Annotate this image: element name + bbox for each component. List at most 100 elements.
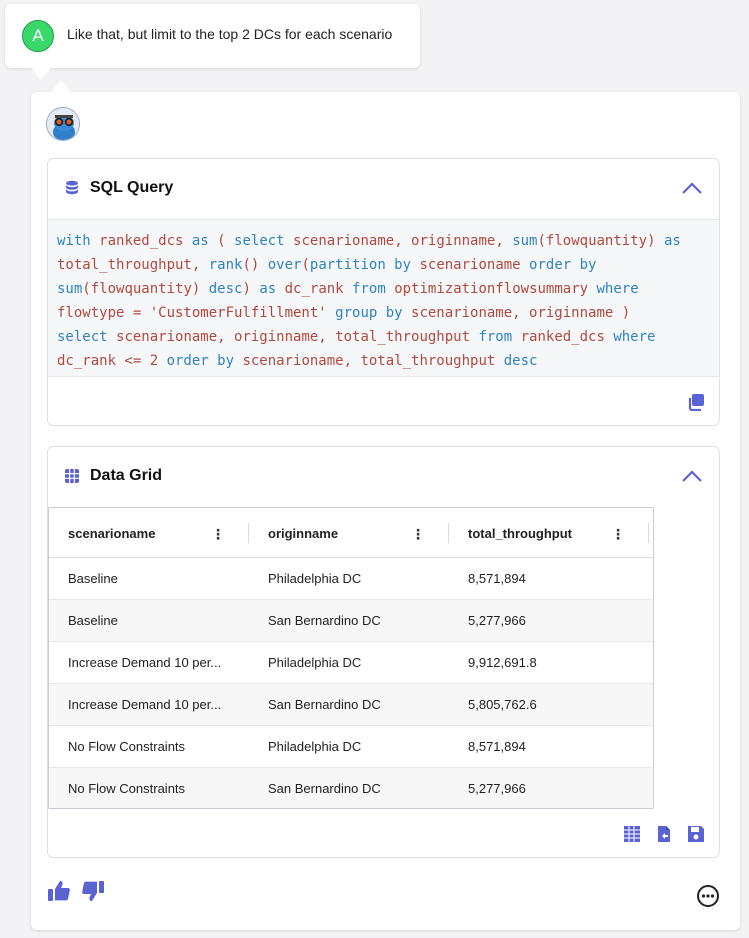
sql-token: select [234,233,294,249]
table-cell-total-throughput[interactable]: 5,277,966 [449,600,649,641]
sql-token: from [352,281,395,297]
table-cell-total-throughput[interactable]: 9,912,691.8 [449,642,649,683]
database-icon [66,180,78,195]
table-cell-scenarioname[interactable]: Increase Demand 10 per... [49,642,249,683]
table-cell-originname[interactable]: San Bernardino DC [249,768,449,808]
thumbs-up-icon[interactable] [47,880,71,902]
column-menu-icon[interactable]: ⋮ [211,526,225,543]
sql-token: ranked_dcs [520,329,614,345]
table-cell-total-throughput[interactable]: 8,571,894 [449,726,649,767]
sql-token: as [191,233,218,249]
sql-token: with [57,233,100,249]
column-header-originname[interactable]: originname ⋮ [249,508,449,558]
table-cell-total-throughput[interactable]: 5,277,966 [449,768,649,808]
more-options-icon[interactable] [696,884,720,908]
table-cell-total-throughput[interactable]: 8,571,894 [449,558,649,599]
table-cell-originname[interactable]: Philadelphia DC [249,642,449,683]
robot-avatar-icon [47,108,79,140]
thumbs-down-icon[interactable] [81,880,105,902]
table-row[interactable]: Increase Demand 10 per... San Bernardino … [49,684,653,726]
sql-token: scenarioname, total_throughput [242,353,504,369]
table-row[interactable]: No Flow Constraints Philadelphia DC 8,571,… [49,726,653,768]
assistant-reply-card: SQL Query with ranked_dcs as ( select sc… [31,80,740,930]
sql-token: flowtype = [57,305,150,321]
data-grid-header[interactable]: Data Grid [64,467,162,485]
column-header-total-throughput[interactable]: total_throughput ⋮ [449,508,649,558]
sql-code-block: with ranked_dcs as ( select scenarioname… [48,219,719,377]
sql-token: ) [242,281,260,297]
sql-token: 'CustomerFulfillment' [149,305,336,321]
sql-token: optimizationflowsummary [394,281,597,297]
grid-actions [623,825,705,843]
sql-token: over [267,257,302,273]
sql-token: where [596,281,639,297]
sql-token: sum [512,233,538,249]
sql-token: ( [301,257,310,273]
column-menu-icon[interactable]: ⋮ [411,526,425,543]
column-header-label: originname [268,525,339,541]
bot-avatar [46,107,80,141]
table-cell-scenarioname[interactable]: No Flow Constraints [49,726,249,767]
sql-token: order by [529,257,597,273]
sql-query-header[interactable]: SQL Query [64,179,173,197]
grid-header-row: scenarioname ⋮ originname ⋮ total_throug… [49,508,653,558]
export-file-icon[interactable] [655,825,673,843]
table-cell-originname[interactable]: Philadelphia DC [249,726,449,767]
sql-code-line: total_throughput, rank() over(partition … [57,253,710,277]
sql-token: group by [335,305,412,321]
table-view-icon[interactable] [623,825,641,843]
user-message-text: Like that, but limit to the top 2 DCs fo… [67,26,393,42]
user-message-bubble: A Like that, but limit to the top 2 DCs … [5,4,420,80]
copy-icon[interactable] [687,393,705,411]
sql-token: dc_rank [284,281,353,297]
data-grid-title: Data Grid [90,467,163,484]
table-cell-originname[interactable]: San Bernardino DC [249,684,449,725]
sql-token: (flowquantity) [537,233,664,249]
table-row[interactable]: No Flow Constraints San Bernardino DC 5,27… [49,768,653,808]
sql-token: ( [217,233,235,249]
grid-body: Baseline Philadelphia DC 8,571,894 Baseline… [49,558,653,808]
save-icon[interactable] [687,825,705,843]
table-row[interactable]: Baseline San Bernardino DC 5,277,966 [49,600,653,642]
feedback-buttons [47,880,105,902]
sql-token: sum [57,281,83,297]
user-avatar: A [22,20,54,52]
sql-code-line: flowtype = 'CustomerFulfillment' group b… [57,301,710,325]
sql-token: select [57,329,117,345]
sql-token: () [242,257,268,273]
sql-token: dc_rank <= 2 [57,353,167,369]
sql-code-line: select scenarioname, originname, total_t… [57,325,710,349]
sql-token: desc [503,353,538,369]
table-cell-scenarioname[interactable]: Baseline [49,600,249,641]
sql-token: as [259,281,285,297]
table-row[interactable]: Baseline Philadelphia DC 8,571,894 [49,558,653,600]
sql-token: scenarioname [419,257,530,273]
chevron-up-icon[interactable] [681,469,703,483]
table-cell-scenarioname[interactable]: No Flow Constraints [49,768,249,808]
column-menu-icon[interactable]: ⋮ [611,526,625,543]
table-cell-scenarioname[interactable]: Baseline [49,558,249,599]
data-grid: scenarioname ⋮ originname ⋮ total_throug… [48,507,654,809]
sql-code-line: sum(flowquantity) desc) as dc_rank from … [57,277,710,301]
grid-icon [65,469,79,483]
table-cell-scenarioname[interactable]: Increase Demand 10 per... [49,684,249,725]
table-cell-originname[interactable]: Philadelphia DC [249,558,449,599]
column-header-scenarioname[interactable]: scenarioname ⋮ [49,508,249,558]
sql-code-line: dc_rank <= 2 order by scenarioname, tota… [57,349,710,373]
sql-query-title: SQL Query [90,179,174,196]
sql-token: (flowquantity) [82,281,209,297]
table-cell-originname[interactable]: San Bernardino DC [249,600,449,641]
data-grid-panel: Data Grid scenarioname ⋮ originname ⋮ to… [47,446,720,858]
sql-token: as [663,233,681,249]
table-row[interactable]: Increase Demand 10 per... Philadelphia DC… [49,642,653,684]
sql-token: scenarioname, originname, [293,233,513,249]
table-cell-total-throughput[interactable]: 5,805,762.6 [449,684,649,725]
sql-token: from [478,329,521,345]
chevron-up-icon[interactable] [681,181,703,195]
column-header-label: scenarioname [68,525,156,541]
column-header-label: total_throughput [468,525,572,541]
sql-token: order by [166,353,243,369]
column-separator[interactable] [648,523,649,543]
sql-query-panel: SQL Query with ranked_dcs as ( select sc… [47,158,720,426]
sql-token: partition by [309,257,420,273]
